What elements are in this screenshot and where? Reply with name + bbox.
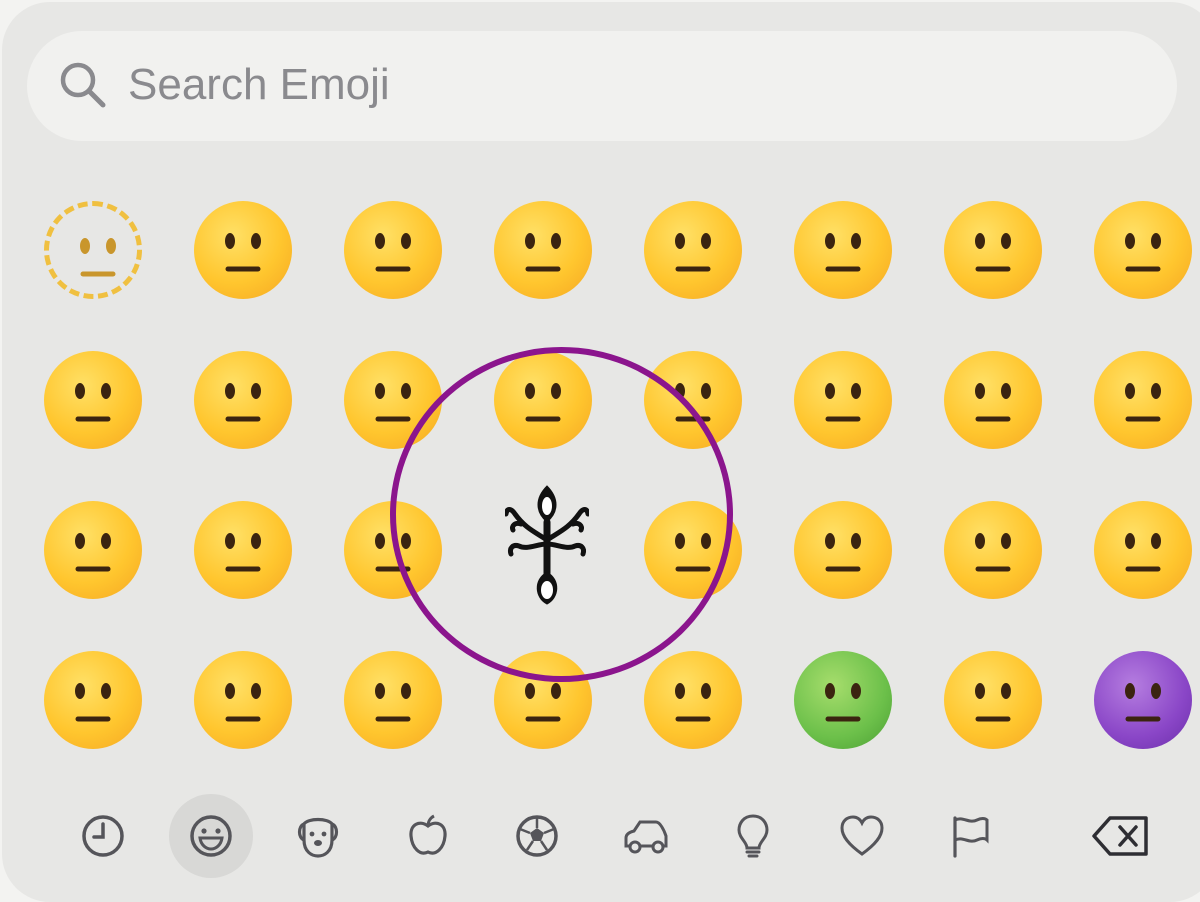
magnifying-glass-icon: [60, 62, 106, 108]
diagonal-mouth-face[interactable]: [44, 501, 142, 599]
emoji-keyboard-panel: [2, 2, 1200, 902]
tab-symbols[interactable]: [820, 794, 904, 878]
tab-recent[interactable]: [61, 794, 145, 878]
neutral-face[interactable]: [44, 351, 142, 449]
delete-button[interactable]: [1080, 794, 1164, 878]
yawning-face[interactable]: [494, 201, 592, 299]
money-mouth-face[interactable]: [1094, 351, 1192, 449]
objects-icon: [737, 814, 769, 858]
frowning-face-open-mouth[interactable]: [344, 201, 442, 299]
tab-activity[interactable]: [495, 794, 579, 878]
travel-icon: [624, 820, 668, 854]
vomiting-face[interactable]: [944, 201, 1042, 299]
tab-travel[interactable]: [604, 794, 688, 878]
activity-icon: [516, 815, 558, 857]
woozy-face[interactable]: [794, 501, 892, 599]
tree-of-life-symbol: [505, 485, 589, 605]
symbols-icon: [840, 815, 884, 856]
nauseated-face[interactable]: [794, 651, 892, 749]
anguished-face[interactable]: [344, 351, 442, 449]
face-exhaling[interactable]: [644, 501, 742, 599]
grimacing-face[interactable]: [194, 351, 292, 449]
sleepy-face[interactable]: [644, 351, 742, 449]
cowboy-hat-face[interactable]: [1094, 501, 1192, 599]
food-icon: [409, 814, 447, 855]
astonished-face[interactable]: [344, 651, 442, 749]
flags-icon: [953, 816, 989, 858]
expressionless-face[interactable]: [44, 651, 142, 749]
category-tab-bar: [0, 790, 1200, 882]
zipper-mouth-face[interactable]: [794, 351, 892, 449]
search-input[interactable]: Search Emoji: [128, 60, 390, 110]
dotted-line-face[interactable]: [44, 201, 142, 299]
face-medical-mask[interactable]: [944, 501, 1042, 599]
sneezing-face[interactable]: [944, 351, 1042, 449]
tab-food[interactable]: [386, 794, 470, 878]
animals-icon: [297, 817, 339, 858]
smiling-face-horns[interactable]: [1094, 651, 1192, 749]
face-spiral-eyes[interactable]: [794, 201, 892, 299]
rolling-eyes-face[interactable]: [194, 501, 292, 599]
drooling-face[interactable]: [644, 201, 742, 299]
tab-animals[interactable]: [276, 794, 360, 878]
face-thermometer[interactable]: [944, 651, 1042, 749]
sleeping-face[interactable]: [494, 651, 592, 749]
smileys-icon: [190, 815, 232, 857]
tab-objects[interactable]: [711, 794, 795, 878]
recent-icon: [82, 815, 124, 857]
hushed-face-2[interactable]: [194, 651, 292, 749]
shaking-face[interactable]: [194, 201, 292, 299]
tab-smileys[interactable]: [169, 794, 253, 878]
face-x-eyes[interactable]: [644, 651, 742, 749]
hushed-face[interactable]: [344, 501, 442, 599]
face-head-bandage[interactable]: [1094, 201, 1192, 299]
delete-icon: [1092, 816, 1148, 856]
tab-flags[interactable]: [929, 794, 1013, 878]
pleading-relieved-face[interactable]: [494, 351, 592, 449]
